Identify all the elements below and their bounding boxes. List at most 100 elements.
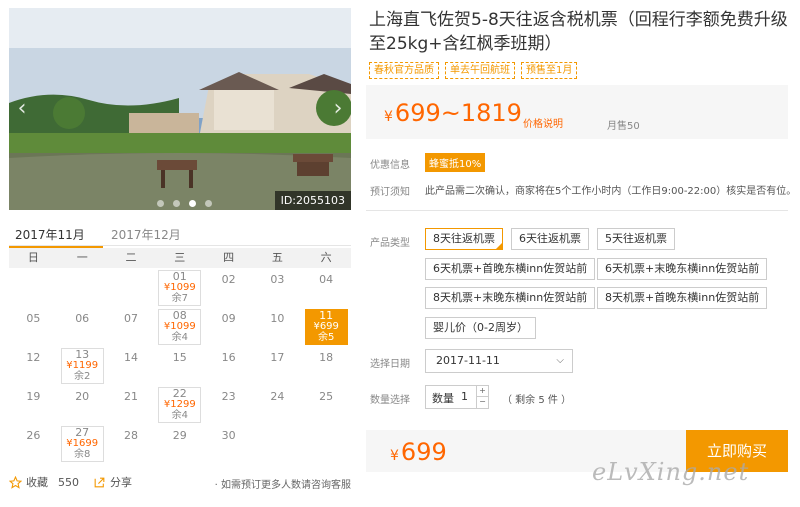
day-number: 15 bbox=[172, 351, 187, 364]
date-select[interactable]: 2017-11-11 ⌵ bbox=[425, 349, 573, 373]
currency-symbol: ¥ bbox=[384, 109, 393, 125]
calendar-day: 14 bbox=[107, 346, 156, 385]
quantity-stepper: 数量 1 + − bbox=[425, 385, 489, 409]
day-number: 08 bbox=[172, 309, 187, 322]
calendar-day: 03 bbox=[253, 268, 302, 307]
gallery-dot-active[interactable] bbox=[189, 200, 196, 207]
option-8day-last-night-hotel[interactable]: 8天机票+末晚东横inn佐贺站前 bbox=[425, 287, 596, 309]
gallery-actions: 收藏 550 分享 · 如需预订更多人数请咨询客服 bbox=[9, 472, 351, 492]
option-8day-roundtrip[interactable]: 8天往返机票 bbox=[425, 228, 503, 250]
product-tags: 春秋官方品质 单去午回航班 预售至1月 bbox=[369, 62, 578, 79]
price-range: ¥699~1819 bbox=[384, 99, 522, 127]
date-value: 2017-11-11 bbox=[436, 354, 500, 367]
calendar-day: 09 bbox=[204, 307, 253, 346]
site-watermark: eLvXing.net bbox=[592, 458, 750, 486]
day-price: ¥1699 bbox=[66, 438, 99, 449]
price-range-value: 699~1819 bbox=[394, 99, 522, 127]
day-number: 05 bbox=[26, 312, 41, 325]
weekday-label: 六 bbox=[320, 251, 332, 264]
calendar-day bbox=[302, 424, 351, 463]
day-number: 04 bbox=[319, 273, 334, 286]
gallery-prev-arrow[interactable]: ‹ bbox=[13, 96, 31, 122]
calendar-day[interactable]: 27 ¥1699 余8 bbox=[58, 424, 107, 463]
day-number: 02 bbox=[221, 273, 236, 286]
calendar-day: 30 bbox=[204, 424, 253, 463]
tab-month-dec[interactable]: 2017年12月 bbox=[111, 226, 181, 243]
day-stock: 余8 bbox=[74, 449, 91, 460]
calendar-day bbox=[253, 424, 302, 463]
calendar-day: 16 bbox=[204, 346, 253, 385]
option-infant[interactable]: 婴儿价（0-2周岁） bbox=[425, 317, 536, 339]
day-stock: 余7 bbox=[171, 293, 188, 304]
day-number: 06 bbox=[75, 312, 90, 325]
favorite-button[interactable]: 收藏 550 bbox=[9, 474, 79, 490]
gallery-dot[interactable] bbox=[205, 200, 212, 207]
gallery-dot[interactable] bbox=[157, 200, 164, 207]
day-stock: 余2 bbox=[74, 371, 91, 382]
product-title: 上海直飞佐贺5-8天往返含税机票（回程行李额免费升级至25kg+含红枫季班期） bbox=[369, 10, 788, 54]
tag: 春秋官方品质 bbox=[369, 62, 439, 79]
calendar-day bbox=[58, 268, 107, 307]
share-icon bbox=[94, 477, 105, 487]
calendar-day[interactable]: 13 ¥1199 余2 bbox=[58, 346, 107, 385]
day-number: 10 bbox=[270, 312, 285, 325]
total-price-value: 699 bbox=[400, 438, 447, 466]
calendar-day: 05 bbox=[9, 307, 58, 346]
day-price: ¥1099 bbox=[163, 282, 196, 293]
calendar-day: 04 bbox=[302, 268, 351, 307]
quantity-decrease-button[interactable]: − bbox=[476, 397, 488, 408]
weekday-label: 三 bbox=[174, 251, 186, 264]
day-number: 19 bbox=[26, 390, 41, 403]
total-currency-symbol: ¥ bbox=[390, 448, 399, 464]
calendar-day: 21 bbox=[107, 385, 156, 424]
calendar-day: 24 bbox=[253, 385, 302, 424]
day-number: 03 bbox=[270, 273, 285, 286]
day-price: ¥1099 bbox=[163, 321, 196, 332]
calendar-day bbox=[107, 268, 156, 307]
image-id: ID:2055103 bbox=[274, 191, 351, 210]
gallery-dots bbox=[157, 200, 212, 207]
weekday-label: 四 bbox=[223, 251, 235, 264]
calendar-day[interactable]: 11 ¥699 余5 bbox=[302, 307, 351, 346]
price-explanation-link[interactable]: 价格说明 bbox=[523, 115, 563, 130]
quantity-row-label: 数量选择 bbox=[370, 395, 410, 406]
option-8day-first-night-hotel[interactable]: 8天机票+首晚东横inn佐贺站前 bbox=[597, 287, 768, 309]
day-number: 13 bbox=[75, 348, 90, 361]
gallery-dot[interactable] bbox=[173, 200, 180, 207]
contact-tip[interactable]: · 如需预订更多人数请咨询客服 bbox=[215, 476, 351, 491]
day-stock: 余5 bbox=[317, 332, 335, 343]
calendar-day: 25 bbox=[302, 385, 351, 424]
tab-month-nov[interactable]: 2017年11月 bbox=[9, 226, 103, 248]
day-number: 30 bbox=[221, 429, 236, 442]
share-button[interactable]: 分享 bbox=[93, 474, 132, 490]
date-label: 选择日期 bbox=[370, 359, 410, 370]
calendar-day[interactable]: 22 ¥1299 余4 bbox=[155, 385, 204, 424]
day-number: 25 bbox=[319, 390, 334, 403]
tag: 单去午回航班 bbox=[445, 62, 515, 79]
option-6day-roundtrip[interactable]: 6天往返机票 bbox=[511, 228, 589, 250]
day-number: 24 bbox=[270, 390, 285, 403]
calendar-day: 29 bbox=[155, 424, 204, 463]
price-calendar: 日 一 二 三 四 五 六 01 ¥1099 余7 02 03 04 05 06 07 08 ¥10… bbox=[9, 248, 351, 463]
calendar-day[interactable]: 01 ¥1099 余7 bbox=[155, 268, 204, 307]
calendar-day[interactable]: 08 ¥1099 余4 bbox=[155, 307, 204, 346]
quantity-increase-button[interactable]: + bbox=[476, 386, 488, 397]
day-number: 14 bbox=[123, 351, 138, 364]
option-5day-roundtrip[interactable]: 5天往返机票 bbox=[597, 228, 675, 250]
calendar-day: 20 bbox=[58, 385, 107, 424]
day-price: ¥1199 bbox=[66, 360, 99, 371]
product-gallery: ‹ › ID:2055103 bbox=[9, 8, 351, 210]
option-6day-last-night-hotel[interactable]: 6天机票+末晚东横inn佐贺站前 bbox=[597, 258, 768, 280]
day-number: 20 bbox=[75, 390, 90, 403]
calendar-day: 17 bbox=[253, 346, 302, 385]
calendar-day: 10 bbox=[253, 307, 302, 346]
day-number: 23 bbox=[221, 390, 236, 403]
day-number: 26 bbox=[26, 429, 41, 442]
type-label: 产品类型 bbox=[370, 238, 410, 249]
share-label: 分享 bbox=[110, 476, 132, 489]
day-number: 21 bbox=[123, 390, 138, 403]
quantity-input[interactable]: 1 bbox=[461, 390, 468, 403]
option-6day-first-night-hotel[interactable]: 6天机票+首晚东横inn佐贺站前 bbox=[425, 258, 596, 280]
weekday-label: 一 bbox=[76, 251, 88, 264]
gallery-next-arrow[interactable]: › bbox=[329, 96, 347, 122]
